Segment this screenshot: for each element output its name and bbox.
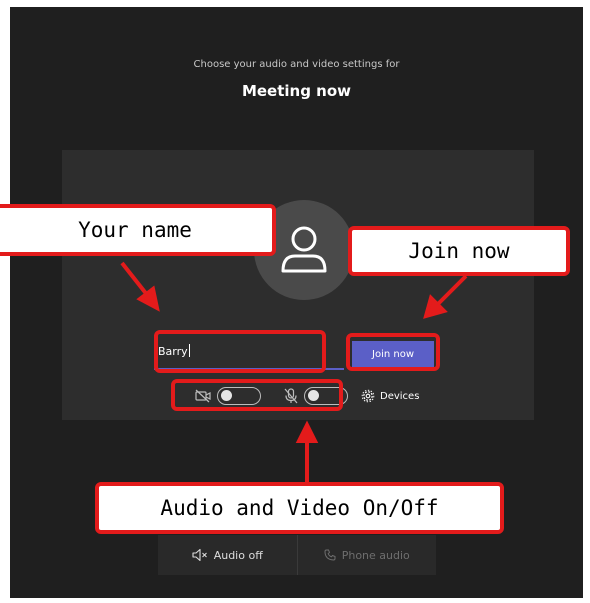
- gear-icon: [361, 389, 375, 403]
- speaker-off-icon: [192, 548, 207, 562]
- audio-video-callout: Audio and Video On/Off: [95, 482, 504, 534]
- devices-button[interactable]: Devices: [361, 386, 419, 406]
- phone-audio-option[interactable]: Phone audio: [296, 535, 437, 575]
- audio-options-bar: Audio off Phone audio: [158, 535, 436, 575]
- prejoin-subtitle: Choose your audio and video settings for: [193, 59, 400, 70]
- your-name-callout: Your name: [0, 204, 276, 256]
- name-highlight-box: [154, 330, 326, 373]
- devices-label: Devices: [380, 390, 420, 402]
- av-toggle-highlight-box: [171, 379, 343, 411]
- phone-icon: [324, 549, 336, 561]
- join-now-callout: Join now: [348, 226, 570, 276]
- audio-off-option[interactable]: Audio off: [158, 535, 297, 575]
- join-highlight-box: [346, 333, 440, 371]
- phone-audio-label: Phone audio: [341, 548, 410, 562]
- audio-off-label: Audio off: [213, 548, 263, 562]
- meeting-title: Meeting now: [241, 82, 352, 100]
- person-icon: [281, 226, 327, 273]
